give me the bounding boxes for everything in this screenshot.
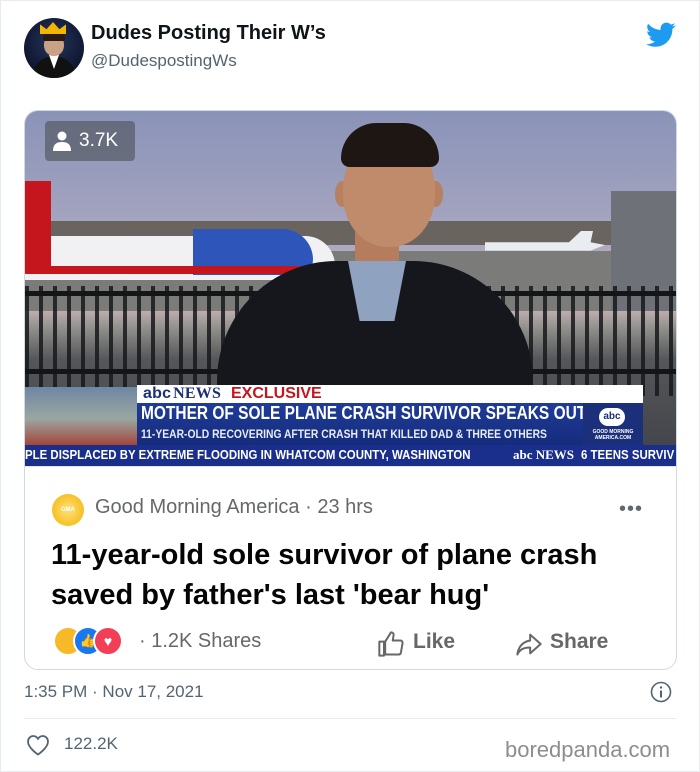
abc-news-logo: abc NEWS	[143, 385, 221, 403]
share-label: Share	[550, 630, 609, 653]
gma-logo-text: GOOD MORNING AMERICA.COM	[592, 429, 634, 441]
ticker-brand: abc NEWS	[513, 447, 575, 462]
person-icon	[53, 131, 71, 151]
lower-third-subline: 11-YEAR-OLD RECOVERING AFTER CRASH THAT …	[141, 427, 547, 441]
display-name[interactable]: Dudes Posting Their W’s	[91, 22, 326, 45]
like-count[interactable]: 122.2K	[64, 734, 118, 754]
reporter-hair	[341, 123, 439, 167]
like-thumb-icon	[378, 631, 404, 657]
gma-avatar-text: GMA	[61, 507, 75, 513]
user-handle[interactable]: @DudespostingWs	[91, 51, 237, 71]
plane-stripe	[25, 266, 325, 274]
love-reaction-icon: ♥	[93, 626, 123, 656]
crown-icon	[40, 22, 66, 34]
view-count-badge: 3.7K	[45, 121, 135, 161]
share-count[interactable]: · 1.2K Shares	[139, 630, 261, 653]
ticker-text: PLE DISPLACED BY EXTREME FLOODING IN WHA…	[25, 447, 471, 462]
post-source[interactable]: Good Morning America · 23 hrs	[95, 496, 373, 519]
lower-third-thumbnail	[25, 387, 137, 445]
post-headline[interactable]: 11-year-old sole survivor of plane crash…	[51, 535, 661, 615]
abc-logo: abc	[599, 408, 625, 426]
like-label: Like	[413, 630, 456, 653]
video-player[interactable]: 3.7K abc NEWS EXCLUSIVE MOTHER OF SOLE PL…	[25, 111, 676, 466]
ticker-next-text: 6 TEENS SURVIV	[581, 447, 675, 462]
share-arrow-icon	[516, 633, 542, 656]
news-text: NEWS	[173, 385, 222, 402]
tweet-timestamp[interactable]: 1:35 PM · Nov 17, 2021	[24, 682, 204, 702]
embedded-card[interactable]: 3.7K abc NEWS EXCLUSIVE MOTHER OF SOLE PL…	[24, 110, 677, 670]
watermark: boredpanda.com	[505, 737, 671, 762]
plane-tail	[25, 181, 51, 271]
heart-icon[interactable]	[26, 734, 50, 756]
avatar[interactable]	[24, 18, 84, 78]
lower-third-headline: MOTHER OF SOLE PLANE CRASH SURVIVOR SPEA…	[141, 403, 587, 423]
card-divider	[25, 466, 676, 467]
view-count: 3.7K	[79, 130, 119, 151]
gma-page-avatar[interactable]: GMA	[52, 494, 84, 526]
footer-divider	[24, 718, 676, 719]
twitter-bird-icon[interactable]	[646, 22, 676, 48]
abc-text: abc	[143, 385, 172, 402]
reaction-icons[interactable]: 👍 ♥	[53, 626, 135, 656]
more-options-icon[interactable]: •••	[619, 498, 643, 521]
exclusive-label: EXCLUSIVE	[231, 385, 322, 402]
info-icon[interactable]	[650, 681, 672, 703]
